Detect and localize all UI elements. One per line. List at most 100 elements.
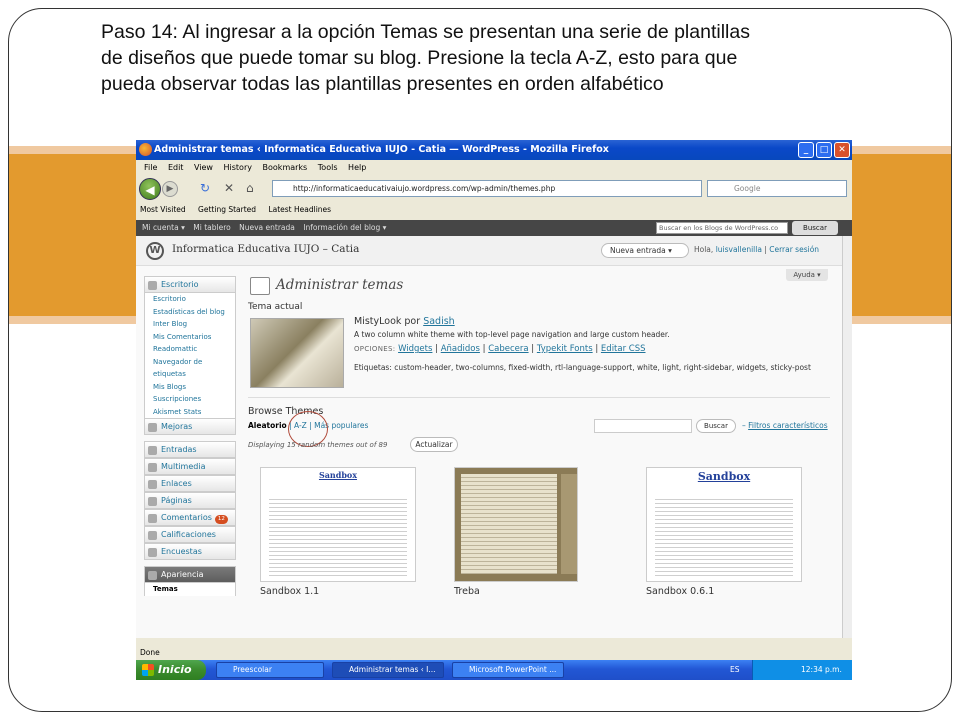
stop-icon[interactable]: ✕ — [224, 181, 234, 195]
reload-icon[interactable]: ↻ — [200, 181, 210, 195]
theme-search-input[interactable] — [594, 419, 692, 433]
menu-help[interactable]: Help — [348, 163, 366, 172]
displaying-row: Displaying 15 random themes out of 89 Ac… — [248, 437, 830, 455]
menu-tools[interactable]: Tools — [318, 163, 338, 172]
admin-sidebar: Escritorio Escritorio Estadísticas del b… — [144, 276, 236, 638]
forward-arrow-icon[interactable]: ▶ — [162, 181, 178, 197]
ratings-icon — [148, 531, 157, 540]
minimize-button[interactable]: _ — [798, 142, 814, 158]
submenu-navegador-etiquetas[interactable]: Navegador de etiquetas — [144, 355, 236, 381]
menu-bookmarks[interactable]: Bookmarks — [263, 163, 308, 172]
tab-aleatorio[interactable]: Aleatorio — [248, 421, 287, 430]
menu-apariencia[interactable]: Apariencia — [144, 566, 236, 583]
theme-author-link[interactable]: Sadish — [423, 316, 455, 327]
close-button[interactable]: ✕ — [834, 142, 850, 158]
submenu-temas[interactable]: Temas — [144, 583, 236, 596]
menu-paginas[interactable]: Páginas — [144, 492, 236, 509]
web-search-input[interactable]: Google — [707, 180, 847, 197]
browser-screenshot: Administrar temas ‹ Informatica Educativ… — [136, 140, 852, 680]
theme-card[interactable]: Sandbox Sandbox 0.6.1 — [646, 467, 802, 597]
task-preescolar[interactable]: Preescolar — [216, 662, 324, 678]
option-cabecera-link[interactable]: Cabecera — [488, 344, 528, 354]
theme-name: Sandbox 1.1 — [260, 586, 320, 597]
windows-logo-icon — [142, 664, 154, 676]
bookmark-getting-started[interactable]: Getting Started — [198, 205, 256, 214]
option-anadidos-link[interactable]: Añadidos — [441, 344, 480, 354]
url-bar[interactable]: http://informaticaeducativaiujo.wordpres… — [272, 180, 702, 197]
menu-encuestas-label: Encuestas — [161, 547, 202, 556]
menu-escritorio-label: Escritorio — [161, 280, 199, 289]
pin-icon — [148, 446, 157, 455]
option-widgets-link[interactable]: Widgets — [398, 344, 432, 354]
submenu-suscripciones[interactable]: Suscripciones — [144, 393, 236, 406]
submenu-mis-blogs[interactable]: Mis Blogs — [144, 380, 236, 393]
menu-comentarios[interactable]: Comentarios 12 — [144, 509, 236, 526]
home-icon[interactable]: ⌂ — [246, 181, 254, 195]
menu-escritorio[interactable]: Escritorio — [144, 276, 236, 293]
menu-view[interactable]: View — [194, 163, 213, 172]
theme-card[interactable]: Treba — [454, 467, 578, 597]
menu-edit[interactable]: Edit — [168, 163, 184, 172]
user-link[interactable]: luisvallenilla — [716, 245, 762, 254]
menu-mejoras[interactable]: Mejoras — [144, 418, 236, 435]
current-theme-box: MistyLook por Sadish A two column white … — [248, 312, 830, 398]
site-name[interactable]: Informatica Educativa IUJO – Catia — [172, 243, 359, 255]
browse-themes-heading: Browse Themes — [248, 406, 324, 417]
wpbar-search-button[interactable]: Buscar — [792, 221, 838, 235]
theme-search-button[interactable]: Buscar — [696, 419, 736, 433]
wpbar-search-input[interactable]: Buscar en los Blogs de WordPress.co — [656, 222, 788, 234]
current-theme-description: A two column white theme with top-level … — [354, 330, 670, 339]
submenu-escritorio[interactable]: Escritorio — [144, 293, 236, 306]
theme-grid: Sandbox Sandbox 1.1 Treba Sandbox Sandbo… — [248, 467, 830, 607]
comment-icon — [148, 514, 157, 523]
back-arrow-icon[interactable]: ◀ — [139, 178, 161, 200]
featured-filters-link[interactable]: Filtros característicos — [748, 421, 827, 430]
wordpress-logo-icon: W — [146, 242, 164, 260]
wpbar-my-account[interactable]: Mi cuenta ▾ — [142, 223, 185, 232]
wpbar-dashboard[interactable]: Mi tablero — [193, 223, 230, 232]
system-tray: 12:34 p.m. — [752, 660, 852, 680]
themes-icon — [250, 277, 270, 295]
menu-enlaces[interactable]: Enlaces — [144, 475, 236, 492]
theme-thumbnail[interactable]: Sandbox — [260, 467, 416, 582]
theme-card[interactable]: Sandbox Sandbox 1.1 — [260, 467, 416, 597]
wpbar-blog-info[interactable]: Información del blog ▾ — [303, 223, 386, 232]
menu-entradas[interactable]: Entradas — [144, 441, 236, 458]
menu-file[interactable]: File — [144, 163, 157, 172]
submenu-mis-comentarios[interactable]: Mis Comentarios — [144, 330, 236, 343]
windows-taskbar: Inicio Preescolar Administrar temas ‹ I.… — [136, 660, 852, 680]
task-firefox[interactable]: Administrar temas ‹ I... — [332, 662, 444, 678]
submenu-akismet-stats[interactable]: Akismet Stats — [144, 405, 236, 418]
submenu-inter-blog[interactable]: Inter Blog — [144, 318, 236, 331]
submenu-estadisticas[interactable]: Estadísticas del blog — [144, 305, 236, 318]
theme-tags: Etiquetas: custom-header, two-columns, f… — [354, 363, 811, 372]
wpbar-new-post[interactable]: Nueva entrada — [239, 223, 295, 232]
maximize-button[interactable]: □ — [816, 142, 832, 158]
option-typekit-link[interactable]: Typekit Fonts — [537, 344, 593, 354]
current-theme-heading: Tema actual — [248, 302, 303, 312]
bookmark-latest-headlines[interactable]: Latest Headlines — [268, 205, 331, 214]
theme-name: Sandbox 0.6.1 — [646, 586, 715, 597]
theme-thumbnail[interactable] — [454, 467, 578, 582]
menu-encuestas[interactable]: Encuestas — [144, 543, 236, 560]
menu-history[interactable]: History — [224, 163, 252, 172]
appearance-icon — [148, 571, 157, 580]
task-powerpoint[interactable]: Microsoft PowerPoint ... — [452, 662, 564, 678]
option-editar-css-link[interactable]: Editar CSS — [601, 344, 646, 354]
page-title-text: Administrar temas — [276, 277, 404, 293]
media-icon — [148, 463, 157, 472]
language-indicator[interactable]: ES — [730, 660, 740, 680]
update-button[interactable]: Actualizar — [410, 437, 458, 452]
new-entry-button[interactable]: Nueva entrada ▾ — [601, 243, 689, 258]
menu-multimedia[interactable]: Multimedia — [144, 458, 236, 475]
theme-thumbnail[interactable]: Sandbox — [646, 467, 802, 582]
navigation-toolbar: ◀ ▶ ↻ ✕ ⌂ http://informaticaeducativaiuj… — [136, 176, 852, 200]
start-button[interactable]: Inicio — [136, 660, 206, 680]
submenu-readomattic[interactable]: Readomattic — [144, 343, 236, 356]
vertical-scrollbar[interactable] — [842, 236, 852, 638]
menu-calificaciones[interactable]: Calificaciones — [144, 526, 236, 543]
logout-link[interactable]: Cerrar sesión — [769, 245, 819, 254]
wp-admin-content: W Informatica Educativa IUJO – Catia Nue… — [136, 236, 852, 638]
theme-options: OPCIONES: Widgets | Añadidos | Cabecera … — [354, 344, 646, 354]
bookmark-most-visited[interactable]: Most Visited — [140, 205, 186, 214]
